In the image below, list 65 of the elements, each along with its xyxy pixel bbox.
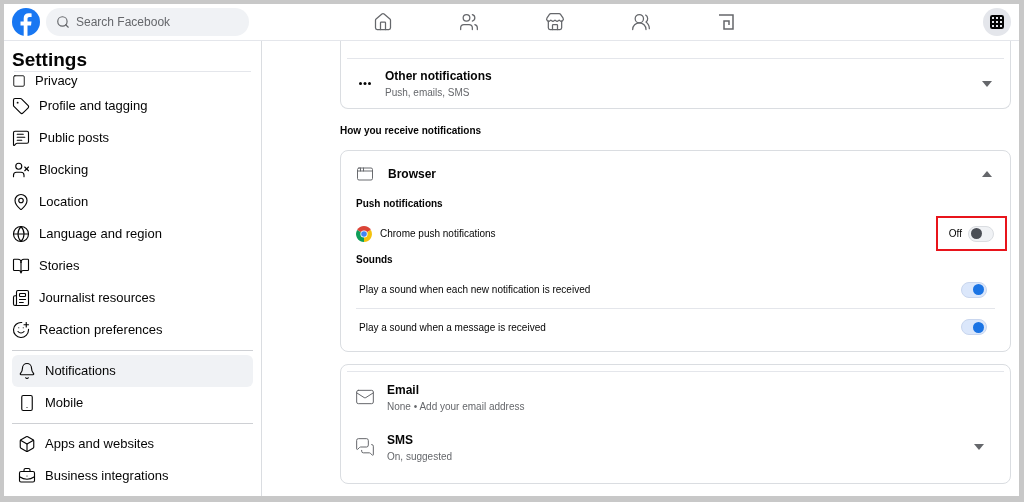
chrome-icon (356, 225, 372, 242)
sidebar-item[interactable]: Apps and websites (12, 428, 253, 460)
person-icon (12, 161, 30, 179)
settings-row[interactable]: Browser (356, 165, 995, 183)
sidebar-item[interactable]: Mobile (12, 387, 253, 419)
row-subtitle: None • Add your email address (387, 399, 525, 414)
newspaper-icon (12, 289, 30, 307)
globe-icon (12, 225, 30, 243)
sidebar-title: Settings (11, 49, 88, 71)
home-icon[interactable] (373, 12, 393, 32)
store-icon[interactable] (545, 12, 565, 32)
sidebar-item[interactable]: Business integrations (12, 460, 253, 492)
toggle-switch[interactable] (961, 281, 987, 298)
search-field[interactable]: Search Facebook (46, 8, 249, 36)
chat-bubbles-icon (355, 437, 375, 457)
phone-icon (18, 394, 36, 412)
briefcase-icon (18, 467, 36, 485)
group-heading: Push notifications (356, 197, 444, 211)
setting-label: Play a sound when a message is received (358, 320, 546, 335)
map-pin-icon (12, 193, 30, 211)
sidebar-item[interactable]: Journalist resources (6, 282, 259, 314)
section-heading: How you receive notifications (340, 124, 483, 138)
sidebar-item[interactable]: Blocking (6, 154, 259, 186)
logo-icon[interactable] (12, 8, 40, 36)
friends-icon[interactable] (459, 12, 479, 32)
setting-label: Play a sound when each new notification is received (358, 283, 591, 297)
toggle-switch[interactable] (968, 225, 994, 242)
row-title: SMS (387, 431, 414, 449)
sidebar-item[interactable]: Notifications (12, 355, 253, 387)
toggle-switch[interactable] (961, 319, 987, 335)
sidebar-item[interactable]: Language and region (6, 218, 259, 250)
sidebar-item[interactable]: Public posts (6, 122, 259, 154)
sidebar-item[interactable]: Reaction preferences (6, 314, 259, 346)
tag-icon (12, 97, 30, 115)
settings-row[interactable]: Email None • Add your email address (347, 372, 1004, 422)
speech-bubble-icon (12, 129, 30, 147)
menu-button[interactable] (983, 8, 1011, 36)
menu-icon (989, 14, 1005, 30)
row-subtitle: On, suggested (387, 449, 453, 464)
sidebar-item[interactable]: Stories (6, 250, 259, 282)
settings-row[interactable]: SMS On, suggested (347, 422, 1004, 472)
caret-down-icon[interactable] (974, 444, 984, 450)
sidebar-item[interactable]: Profile and tagging (6, 90, 259, 122)
row-title: Browser (388, 166, 437, 183)
group-heading: Sounds (356, 253, 394, 267)
square-icon (12, 74, 26, 88)
sidebar-item[interactable]: Privacy (6, 72, 259, 90)
setting-label: Chrome push notifications (380, 227, 496, 241)
book-icon (12, 257, 30, 275)
search-icon (56, 15, 70, 29)
envelope-icon (355, 387, 375, 407)
more-icon (359, 82, 371, 85)
cube-icon (18, 435, 36, 453)
toggle-status: Off (948, 227, 962, 241)
caret-down-icon[interactable] (982, 80, 992, 87)
sidebar-item[interactable]: Location (6, 186, 259, 218)
caret-up-icon[interactable] (982, 171, 992, 177)
row-title: Other notifications (385, 68, 492, 85)
row-subtitle: Push, emails, SMS (385, 86, 471, 100)
group-icon[interactable] (631, 12, 651, 32)
row-title: Email (387, 381, 420, 399)
settings-row[interactable]: Other notifications Push, emails, SMS (347, 59, 1004, 100)
bell-icon (18, 362, 36, 380)
browser-window-icon (356, 165, 374, 183)
smiley-icon (12, 321, 30, 339)
